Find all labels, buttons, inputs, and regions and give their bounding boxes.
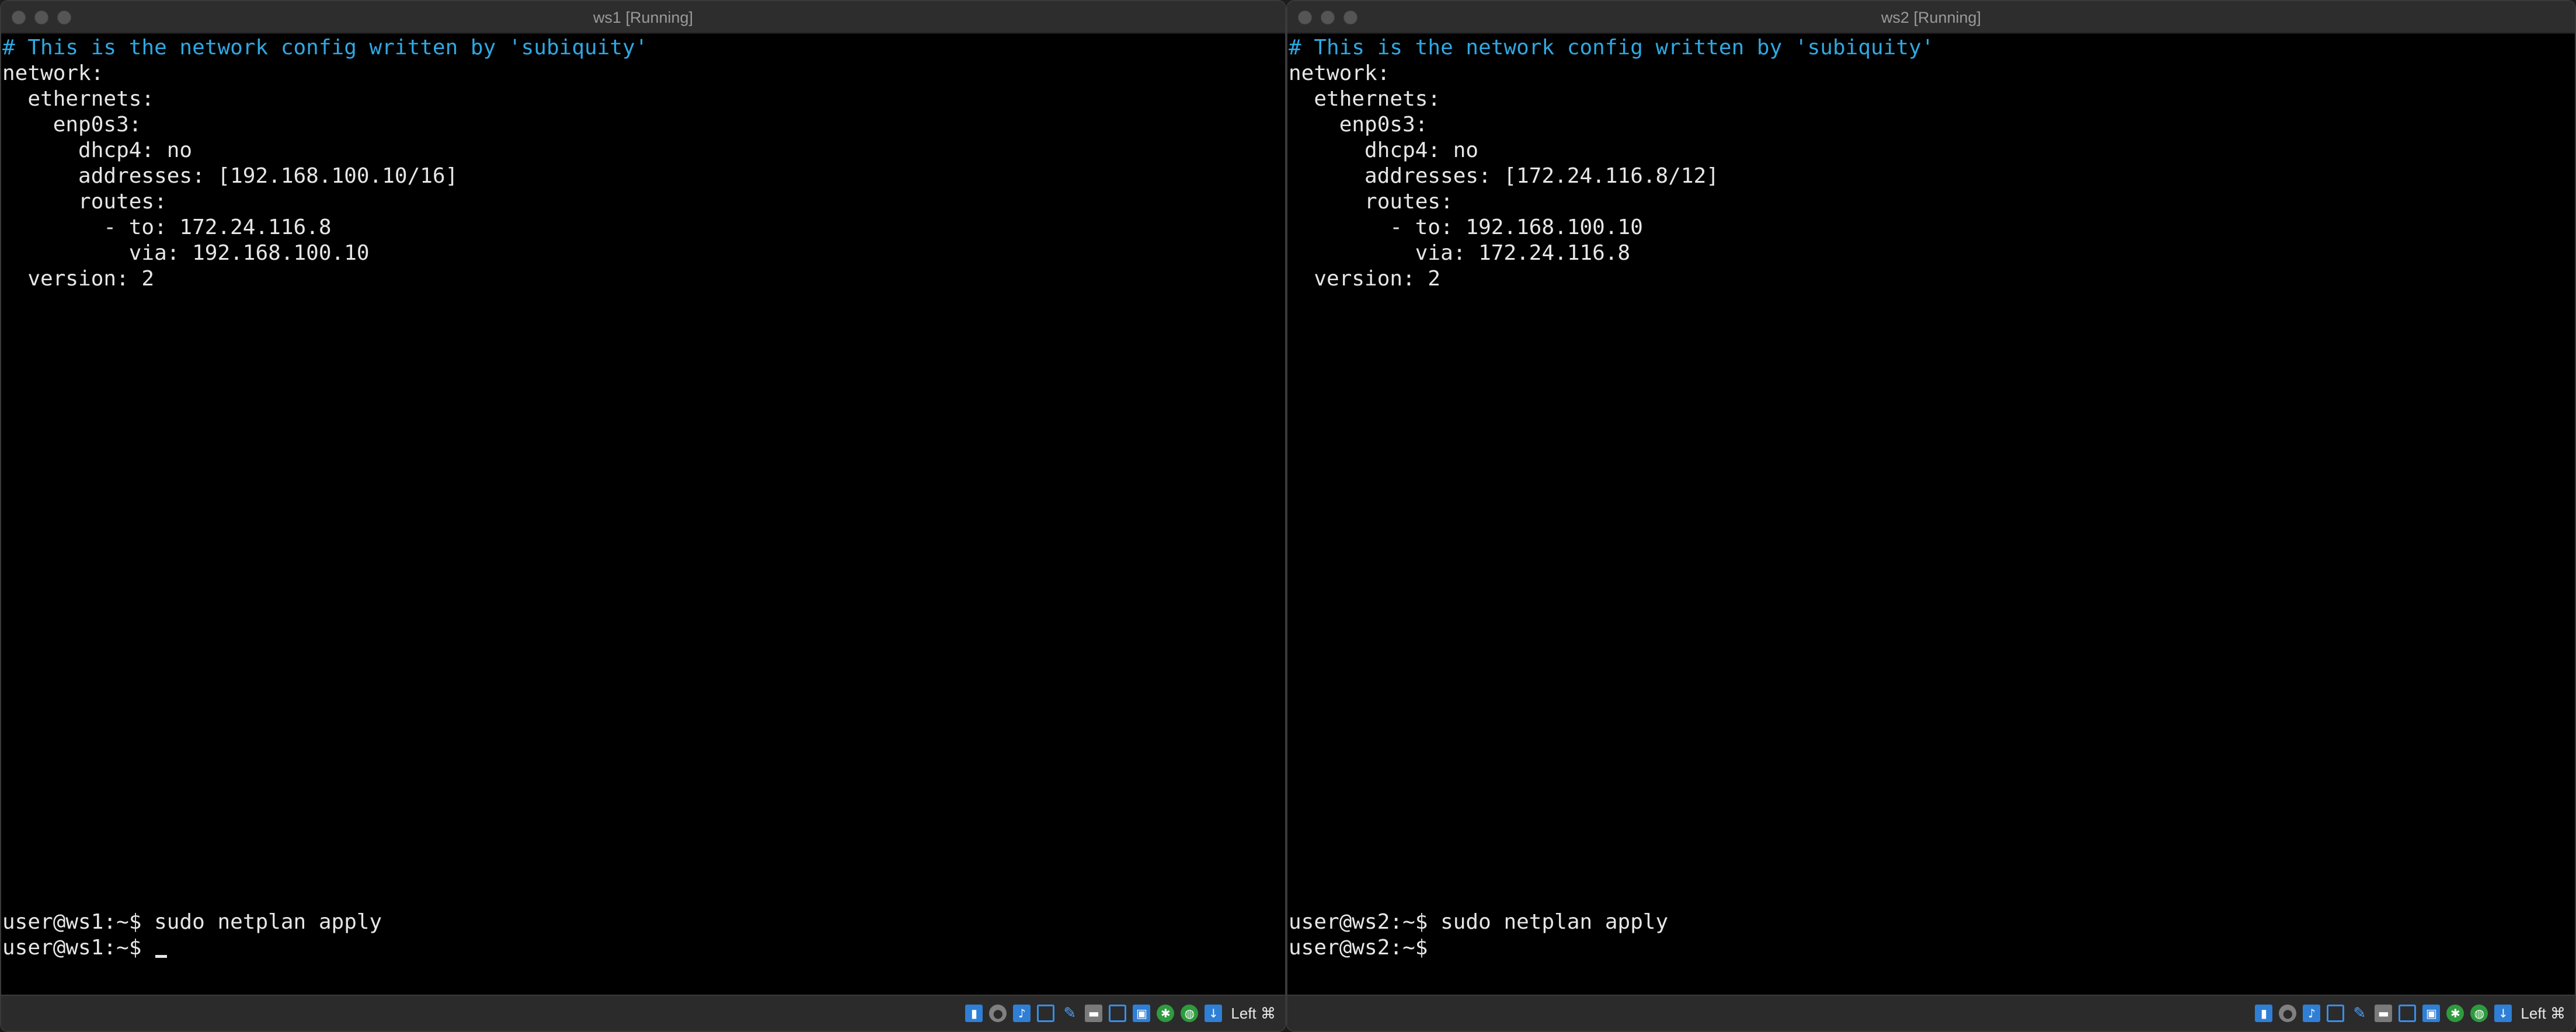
terminal-line: network: <box>1289 61 1390 85</box>
prompt-text: user@ws1:~$ <box>2 936 155 960</box>
display-icon[interactable] <box>2399 1005 2417 1022</box>
prompt-current-line[interactable]: user@ws2:~$ <box>1289 935 1440 961</box>
network-icon[interactable] <box>1037 1005 1055 1022</box>
shared-folders-icon[interactable]: ▬ <box>1085 1005 1103 1022</box>
display-icon[interactable] <box>1109 1005 1127 1022</box>
network-icon[interactable] <box>2327 1005 2345 1022</box>
terminal-line: routes: <box>1289 190 1453 214</box>
terminal-line: ethernets: <box>2 87 155 111</box>
video-capture-icon[interactable]: ▣ <box>2422 1005 2441 1022</box>
terminal-line: via: 172.24.116.8 <box>1289 241 1631 265</box>
vm-status-bar: ▮ ● ♪ ✎ ▬ ▣ ✱ ◍ ↓ Left ⌘ <box>1 995 1285 1031</box>
terminal-screen[interactable]: # This is the network config written by … <box>1 34 1285 995</box>
host-key-label[interactable]: Left ⌘ <box>2521 1005 2565 1023</box>
text-cursor <box>155 955 168 958</box>
host-key-label[interactable]: Left ⌘ <box>1231 1005 1276 1023</box>
audio-icon[interactable]: ♪ <box>1013 1005 1031 1022</box>
audio-icon[interactable]: ♪ <box>2303 1005 2321 1022</box>
terminal-line: - to: 172.24.116.8 <box>2 215 332 239</box>
terminal-line: # This is the network config written by … <box>2 36 648 60</box>
optical-drive-icon[interactable]: ● <box>989 1005 1007 1022</box>
window-title: ws1 [Running] <box>593 9 694 26</box>
window-titlebar[interactable]: ws2 [Running] <box>1287 1 2575 34</box>
terminal-line: addresses: [192.168.100.10/16] <box>2 164 458 188</box>
vm-window-ws2[interactable]: ws2 [Running] # This is the network conf… <box>1286 0 2576 1032</box>
terminal-line: dhcp4: no <box>2 138 193 162</box>
cpu-activity-icon[interactable]: ◍ <box>2470 1005 2488 1022</box>
window-title: ws2 [Running] <box>1881 9 1982 26</box>
video-capture-icon[interactable]: ▣ <box>1133 1005 1151 1022</box>
cpu-activity-icon[interactable]: ◍ <box>1181 1005 1199 1022</box>
recording-icon[interactable]: ✱ <box>1157 1005 1175 1022</box>
guest-additions-icon[interactable]: ↓ <box>2494 1005 2512 1022</box>
terminal-line: routes: <box>2 190 167 214</box>
vm-status-bar: ▮ ● ♪ ✎ ▬ ▣ ✱ ◍ ↓ Left ⌘ <box>1287 995 2575 1031</box>
hard-disk-icon[interactable]: ▮ <box>965 1005 983 1022</box>
terminal-line: dhcp4: no <box>1289 138 1479 162</box>
terminal-line: version: 2 <box>1289 267 1441 291</box>
optical-drive-icon[interactable]: ● <box>2279 1005 2297 1022</box>
window-titlebar[interactable]: ws1 [Running] <box>1 1 1285 34</box>
guest-additions-icon[interactable]: ↓ <box>1205 1005 1223 1022</box>
prompt-history-line: user@ws2:~$ sudo netplan apply <box>1289 910 1669 934</box>
prompt-text: user@ws2:~$ <box>1289 936 1441 960</box>
usb-icon[interactable]: ✎ <box>1061 1005 1078 1022</box>
terminal-line: via: 192.168.100.10 <box>2 241 370 265</box>
status-icons: ▮ ● ♪ ✎ ▬ ▣ ✱ ◍ ↓ Left ⌘ <box>2255 996 2565 1031</box>
terminal-line: enp0s3: <box>2 113 142 137</box>
terminal-line: version: 2 <box>2 267 155 291</box>
prompt-history-line: user@ws1:~$ sudo netplan apply <box>2 910 382 934</box>
prompt-current-line[interactable]: user@ws1:~$ <box>2 935 168 961</box>
terminal-line: enp0s3: <box>1289 113 1428 137</box>
terminal-line: network: <box>2 61 104 85</box>
terminal-line: addresses: [172.24.116.8/12] <box>1289 164 1719 188</box>
hard-disk-icon[interactable]: ▮ <box>2255 1005 2273 1022</box>
terminal-screen[interactable]: # This is the network config written by … <box>1287 34 2575 995</box>
shared-folders-icon[interactable]: ▬ <box>2375 1005 2393 1022</box>
status-icons: ▮ ● ♪ ✎ ▬ ▣ ✱ ◍ ↓ Left ⌘ <box>965 996 1276 1031</box>
terminal-line: ethernets: <box>1289 87 1441 111</box>
vm-window-ws1[interactable]: ws1 [Running] # This is the network conf… <box>0 0 1286 1032</box>
terminal-line: # This is the network config written by … <box>1289 36 1934 60</box>
usb-icon[interactable]: ✎ <box>2351 1005 2368 1022</box>
terminal-line: - to: 192.168.100.10 <box>1289 215 1643 239</box>
recording-icon[interactable]: ✱ <box>2446 1005 2464 1022</box>
